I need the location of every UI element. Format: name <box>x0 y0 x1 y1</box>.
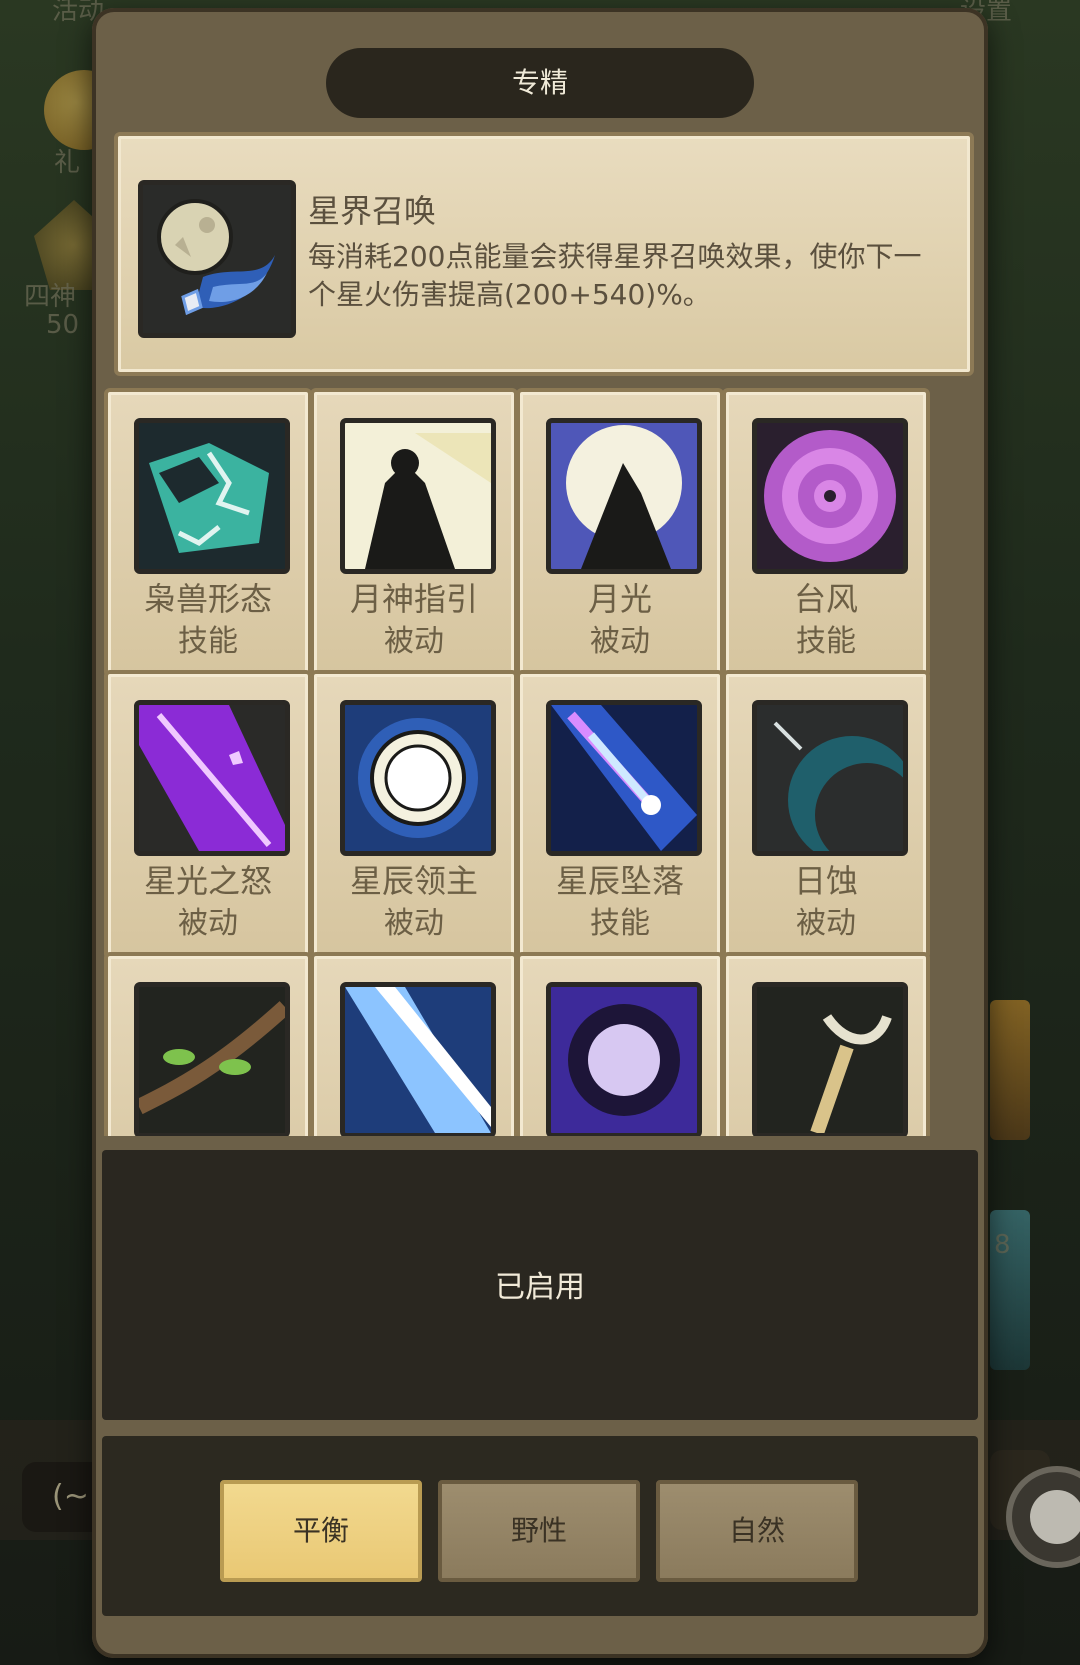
moon-staff-icon <box>752 982 908 1136</box>
astral-lord-icon <box>340 700 496 856</box>
tab-balance[interactable]: 平衡 <box>220 1480 422 1582</box>
skill-type: 被动 <box>178 906 238 941</box>
spec-tabs: 平衡 野性 自然 <box>102 1436 978 1616</box>
skill-grid: 枭兽形态 技能 月神指引 被动 月光 被动 台风 技能 星光之怒 被动 星辰领主… <box>104 388 984 1136</box>
skill-card[interactable]: 月光 被动 <box>516 388 724 678</box>
eclipse-icon <box>752 700 908 856</box>
skill-card[interactable]: 月神指引 被动 <box>310 388 518 678</box>
typhoon-icon <box>752 418 908 574</box>
moonlight-icon <box>546 418 702 574</box>
status-enabled-label: 已启用 <box>495 1270 585 1305</box>
tab-nature[interactable]: 自然 <box>656 1480 858 1582</box>
selected-skill-card: 星界召唤 每消耗200点能量会获得星界召唤效果，使你下一个星火伤害提高(200+… <box>114 132 974 376</box>
side-label: 四神 <box>24 282 77 312</box>
skill-type: 技能 <box>796 624 856 659</box>
owlbeast-form-icon <box>134 418 290 574</box>
skill-card[interactable]: 星辰领主 被动 <box>310 670 518 960</box>
skill-type: 被动 <box>590 624 650 659</box>
skill-type: 技能 <box>590 906 650 941</box>
status-panel: 已启用 <box>102 1150 978 1420</box>
starlight-wrath-icon <box>134 700 290 856</box>
skill-type: 技能 <box>178 624 238 659</box>
skill-card[interactable] <box>310 952 518 1136</box>
skill-card[interactable]: 日蚀 被动 <box>722 670 930 960</box>
side-card-icon <box>990 1000 1030 1140</box>
skill-card[interactable]: 台风 技能 <box>722 388 930 678</box>
void-orb-icon <box>546 982 702 1136</box>
skill-name: 台风 <box>793 580 858 618</box>
skill-type: 被动 <box>384 624 444 659</box>
vine-branch-icon <box>134 982 290 1136</box>
selected-skill-name: 星界召唤 <box>308 192 437 230</box>
skill-card[interactable] <box>722 952 930 1136</box>
skill-name: 星辰坠落 <box>555 862 684 900</box>
side-number: 8 <box>994 1230 1011 1260</box>
starfall-icon <box>546 700 702 856</box>
skill-type: 被动 <box>384 906 444 941</box>
tab-feral[interactable]: 野性 <box>438 1480 640 1582</box>
skill-name: 枭兽形态 <box>143 580 272 618</box>
moon-guidance-icon <box>340 418 496 574</box>
skill-type: 被动 <box>796 906 856 941</box>
skill-name: 星辰领主 <box>349 862 478 900</box>
skill-name: 日蚀 <box>793 862 858 900</box>
skill-name: 星光之怒 <box>143 862 272 900</box>
skill-card[interactable]: 星辰坠落 技能 <box>516 670 724 960</box>
moon-comet-icon <box>138 180 296 338</box>
page-title: 专精 <box>326 48 754 118</box>
selected-skill-description: 每消耗200点能量会获得星界召唤效果，使你下一个星火伤害提高(200+540)%… <box>308 240 922 311</box>
skill-card[interactable] <box>104 952 312 1136</box>
side-count: 50 <box>46 310 80 340</box>
skill-card[interactable] <box>516 952 724 1136</box>
light-beam-icon <box>340 982 496 1136</box>
gear-center <box>1030 1490 1080 1544</box>
gift-label: 礼 <box>54 148 81 178</box>
skill-name: 月光 <box>587 580 652 618</box>
skill-card[interactable]: 枭兽形态 技能 <box>104 388 312 678</box>
skill-card[interactable]: 星光之怒 被动 <box>104 670 312 960</box>
skill-name: 月神指引 <box>349 580 478 618</box>
